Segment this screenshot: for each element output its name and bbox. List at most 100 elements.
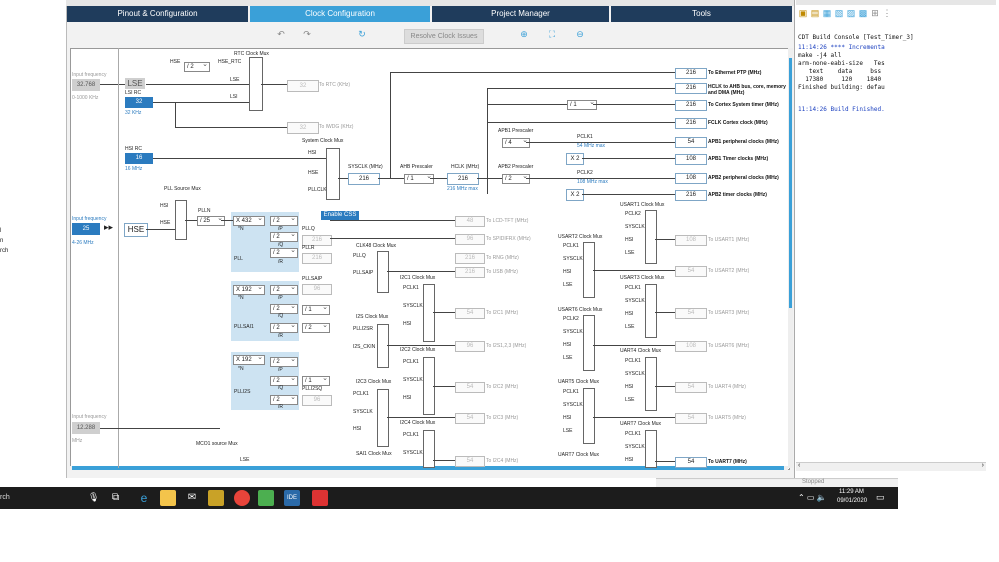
plli2s-extra-div[interactable]: / 1 — [302, 375, 330, 386]
lse-range: 0-1000 KHz — [72, 95, 99, 101]
plln-select[interactable]: X 432 — [233, 215, 265, 226]
enable-css-button[interactable]: Enable CSS — [321, 211, 359, 220]
hse-freq-input[interactable]: 25 — [72, 223, 100, 235]
output-hclk-value[interactable]: 216 — [675, 83, 707, 94]
output-apb2-timer-value[interactable]: 216 — [675, 190, 707, 201]
tab-pinout[interactable]: Pinout & Configuration — [67, 6, 248, 22]
cortex-timer-div[interactable]: / 1 — [567, 99, 597, 110]
plli2s-q-select[interactable]: / 2 — [270, 375, 298, 386]
output-hclk-label: HCLK to AHB bus, core, memory and DMA (M… — [708, 84, 786, 96]
i2s-mux[interactable] — [377, 324, 389, 368]
apb2-prescaler-select[interactable]: / 2 — [502, 173, 530, 184]
clk48-mux[interactable] — [377, 251, 389, 293]
usart1-lse-label: LSE — [625, 250, 635, 256]
tab-project-manager[interactable]: Project Manager — [432, 6, 609, 22]
tab-tools[interactable]: Tools — [611, 6, 792, 22]
plli2s-r-select[interactable]: / 2 — [270, 394, 298, 405]
console-hscroll[interactable]: ‹ › — [796, 462, 986, 471]
vertical-scrollbar[interactable] — [788, 48, 793, 468]
line — [175, 127, 287, 128]
ahb-prescaler-select[interactable]: / 1 — [404, 173, 434, 184]
i2c2-sysclk-label: SYSCLK — [403, 377, 423, 383]
tab-clock-configuration[interactable]: Clock Configuration — [250, 6, 430, 22]
ext-freq-input[interactable]: 12.288 — [72, 422, 100, 434]
fit-icon[interactable]: ⛶ — [547, 29, 557, 39]
notes-icon[interactable] — [208, 490, 224, 506]
remote-icon[interactable] — [258, 490, 274, 506]
taskbar-search[interactable]: rch — [0, 494, 10, 501]
apb1-prescaler-select[interactable]: / 4 — [502, 137, 530, 148]
pll-r-select[interactable]: / 2 — [270, 247, 298, 258]
rtc-hse-div[interactable]: / 2 — [184, 61, 210, 72]
uart7-mux[interactable] — [645, 430, 657, 468]
sysclk-value[interactable]: 216 — [348, 173, 380, 185]
console-tab-strip — [796, 0, 996, 5]
notifications-icon[interactable]: ▭ — [876, 492, 885, 503]
usart1-mux[interactable] — [645, 210, 657, 264]
system-clock-mux[interactable] — [326, 148, 340, 200]
open-console-icon[interactable]: ⊞ — [870, 8, 880, 18]
i2c4-mux[interactable] — [423, 430, 435, 468]
output-apb2-periph-value[interactable]: 108 — [675, 173, 707, 184]
pllsai-n-label: *N — [238, 295, 244, 301]
pll-q-select[interactable]: / 2 — [270, 231, 298, 242]
lse-freq-input[interactable]: 32.768 — [72, 79, 100, 91]
redo-icon[interactable]: ↷ — [302, 29, 312, 39]
apb1-x2: X 2 — [566, 153, 584, 165]
uart5-mux[interactable] — [583, 388, 595, 444]
pllsai-extra-div2[interactable]: / 2 — [302, 322, 330, 333]
pllr-value: 216 — [302, 253, 332, 264]
pllsai-q-select[interactable]: / 2 — [270, 303, 298, 314]
lcd-tft-value: 48 — [455, 216, 485, 227]
pllsai-extra-div1[interactable]: / 1 — [302, 304, 330, 315]
hclk-value[interactable]: 216 — [447, 173, 479, 185]
zoom-in-icon[interactable]: ⊕ — [519, 29, 529, 39]
i2c3-value: 54 — [455, 413, 485, 424]
i2c3-sysclk-label: SYSCLK — [353, 409, 373, 415]
uart4-mux[interactable] — [645, 357, 657, 411]
store-icon[interactable] — [160, 490, 176, 506]
plli2s-p-select[interactable]: / 2 — [270, 356, 298, 367]
i2c2-label: To I2C2 (MHz) — [486, 384, 519, 390]
output-apb1-periph-value[interactable]: 54 — [675, 137, 707, 148]
zoom-out-icon[interactable]: ⊖ — [575, 29, 585, 39]
i2c3-mux[interactable] — [377, 389, 389, 447]
pin-icon[interactable]: ▣ — [798, 8, 808, 18]
usart6-mux[interactable] — [583, 315, 595, 371]
line — [433, 312, 455, 313]
menu-icon[interactable]: ⋮ — [882, 8, 892, 18]
edge-icon[interactable]: e — [136, 490, 152, 506]
pll-p-select[interactable]: / 2 — [270, 215, 298, 226]
output-cortex-timer-value[interactable]: 216 — [675, 100, 707, 111]
chrome-icon[interactable] — [234, 490, 250, 506]
app-icon[interactable] — [312, 490, 328, 506]
plli2s-n-select[interactable]: X 192 — [233, 354, 265, 365]
pllsai-r-select[interactable]: / 2 — [270, 322, 298, 333]
microphone-icon[interactable]: 🎙 — [88, 492, 99, 503]
scroll-icon[interactable]: ▨ — [846, 8, 856, 18]
uart7-value[interactable]: 54 — [675, 457, 707, 468]
output-fclk-value[interactable]: 216 — [675, 118, 707, 129]
hse-freq-label: Input frequency — [72, 216, 107, 222]
mail-icon[interactable]: ✉ — [184, 490, 200, 506]
usart3-mux[interactable] — [645, 284, 657, 338]
undo-icon[interactable]: ↶ — [276, 29, 286, 39]
copy-icon[interactable]: ▤ — [810, 8, 820, 18]
pllm-select[interactable]: / 25 — [197, 215, 225, 226]
resolve-clock-issues-button[interactable]: Resolve Clock Issues — [404, 29, 484, 44]
pll-n-label: *N — [238, 226, 244, 232]
clear-icon[interactable]: ▧ — [834, 8, 844, 18]
ide-icon[interactable]: IDE — [284, 490, 300, 506]
refresh-icon[interactable]: ↻ — [357, 29, 367, 39]
tray-icons[interactable]: ⌃ ▭ 🔈 — [798, 493, 827, 502]
usart6-sysclk-label: SYSCLK — [563, 329, 583, 335]
output-ethernet-value[interactable]: 216 — [675, 68, 707, 79]
task-view-icon[interactable]: ⧉ — [112, 492, 119, 503]
pllsai-n-select[interactable]: X 192 — [233, 284, 265, 295]
display-icon[interactable]: ▩ — [858, 8, 868, 18]
lock-icon[interactable]: ▦ — [822, 8, 832, 18]
pllsai-p-select[interactable]: / 2 — [270, 284, 298, 295]
line — [175, 102, 176, 127]
output-apb1-timer-value[interactable]: 108 — [675, 154, 707, 165]
i2c1-mux[interactable] — [423, 284, 435, 342]
